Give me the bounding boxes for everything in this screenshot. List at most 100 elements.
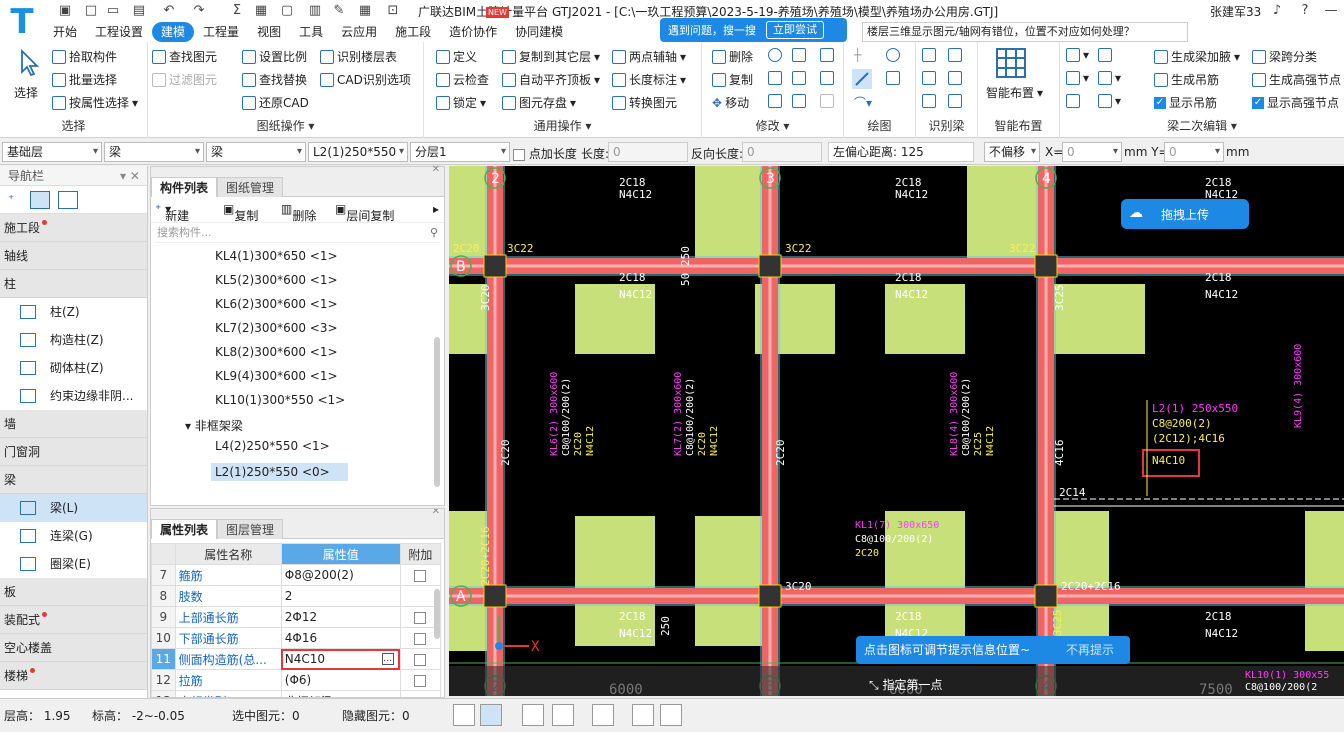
array-icon[interactable] (768, 94, 782, 108)
extend-icon[interactable] (792, 48, 806, 62)
minimize-icon[interactable]: — (1322, 2, 1340, 20)
new-component-button[interactable]: ⁺ 新建 ▾ (155, 202, 189, 223)
smart-layout-button[interactable]: 智能布置 ▾ (986, 84, 1043, 101)
component-sub-item[interactable]: L2(1)250*550 <0> (211, 463, 348, 481)
beam-tool-icon-5[interactable] (1066, 94, 1080, 108)
nav-item-beam_items-1[interactable]: 连梁(G) (0, 522, 147, 550)
type-select-2[interactable]: 梁 (206, 142, 306, 162)
length-input[interactable]: 0 (608, 142, 688, 162)
beam-tool-icon-2[interactable] (1098, 48, 1112, 62)
copy-component-button[interactable]: ▣ 复制 (223, 202, 258, 223)
lock-button[interactable]: 锁定 ▾ (436, 94, 486, 111)
grid-icon[interactable]: ▦ (252, 2, 270, 20)
break-icon[interactable] (820, 71, 834, 85)
two-point-aux-axis-button[interactable]: 两点辅轴 ▾ (612, 48, 686, 65)
component-item[interactable]: KL7(2)300*600 <3> (215, 321, 338, 335)
tab-attribute-list[interactable]: 属性列表 (151, 519, 218, 539)
convert-element-button[interactable]: 转换图元 (612, 94, 677, 111)
floor-copy-button[interactable]: ▣ 层间复制 (335, 202, 394, 223)
tab-8[interactable]: 造价协作 (440, 22, 506, 42)
component-item[interactable]: KL10(1)300*550 <1> (215, 393, 345, 407)
recognize-floor-table-button[interactable]: 识别楼层表 (320, 48, 397, 65)
nav-pin-icon[interactable]: ▾ ✕ (120, 166, 140, 186)
nav-item-beam_items-2[interactable]: 圈梁(E) (0, 550, 147, 578)
question-search-input[interactable]: 楼层三维显示图元/轴网有错位，位置不对应如何处理？ (862, 22, 1188, 42)
gen-beam-haunch-button[interactable]: 生成梁加腋 ▾ (1154, 48, 1240, 65)
tab-9[interactable]: 协同建模 (506, 22, 572, 42)
cloud-check-button[interactable]: 云检查 (436, 71, 489, 88)
tab-2[interactable]: 建模 (152, 22, 195, 42)
extra-checkbox[interactable] (414, 632, 427, 645)
component-select[interactable]: L2(1)250*550 (308, 142, 408, 162)
cad-options-button[interactable]: CAD识别选项 (320, 71, 411, 88)
offset-icon[interactable] (820, 48, 834, 62)
curve-icon[interactable] (660, 704, 682, 726)
select-button[interactable]: 选择 (14, 84, 38, 101)
beam-tool-icon-6[interactable]: ▾ (1098, 94, 1121, 108)
arc-draw-icon[interactable]: ⌒▾ (854, 94, 872, 111)
attr-close-icon[interactable]: ✕ (432, 509, 440, 517)
recognize-beam-icon-1[interactable] (922, 48, 936, 62)
find-replace-button[interactable]: 查找替换 (242, 71, 307, 88)
help-icon[interactable]: ? (1296, 2, 1314, 20)
attr-row[interactable]: 13定额类别非框架梁 (151, 690, 442, 697)
gen-hanger-button[interactable]: 生成吊筋 (1154, 71, 1219, 88)
batch-select-button[interactable]: 批量选择 (52, 71, 117, 88)
attr-row[interactable]: 8 肢数 2 (151, 585, 442, 607)
beam-tool-icon-3[interactable]: ▾ (1066, 71, 1089, 85)
nav-cat-cats2-0[interactable]: 墙 (0, 410, 147, 438)
recognize-beam-icon-5[interactable] (922, 94, 936, 108)
cad-drawing[interactable]: 234BA2342C18N4C122C18N4C122C18N4C122C18N… (449, 166, 1344, 696)
beam-tool-icon-4[interactable]: ▾ (1098, 71, 1121, 85)
recognize-beam-icon-3[interactable] (922, 71, 936, 85)
report-icon[interactable]: ▦ (356, 2, 374, 20)
drawing-canvas[interactable]: 234BA2342C18N4C122C18N4C122C18N4C122C18N… (449, 166, 1344, 696)
angle-icon[interactable] (552, 704, 574, 726)
nav-cat-cats2-1[interactable]: 门窗洞 (0, 438, 147, 466)
bell-icon[interactable]: ♪ (1268, 2, 1286, 20)
nav-cat-cats-1[interactable]: 轴线 (0, 242, 147, 270)
nav-cat-cats3-1[interactable]: 装配式 (0, 606, 147, 634)
beam-tool-icon-1[interactable]: ▾ (1066, 48, 1089, 62)
merge-icon[interactable] (792, 94, 806, 108)
show-hanger-checkbox[interactable]: ✓ 显示吊筋 (1154, 94, 1217, 111)
show-high-strength-node-checkbox[interactable]: ✓ 显示高强节点 (1252, 94, 1339, 111)
floor-select[interactable]: 基础层 (2, 142, 102, 162)
mirror-icon[interactable] (768, 71, 782, 85)
element-storage-button[interactable]: 图元存盘 ▾ (502, 94, 576, 111)
x-input[interactable]: 0 (1062, 142, 1122, 162)
nav-item-col_items-3[interactable]: 约束边缘非阴... (0, 382, 147, 410)
tip-bubble[interactable]: 点击图标可调节提示信息位置~ 不再提示 (856, 636, 1130, 664)
try-now-button[interactable]: 立即尝试 (766, 21, 824, 39)
nav-cat-cats3-0[interactable]: 板 (0, 578, 147, 606)
undo-icon[interactable]: ↶ (160, 2, 178, 20)
auto-align-top-button[interactable]: 自动平齐顶板 ▾ (502, 71, 600, 88)
tab-6[interactable]: 云应用 (332, 22, 386, 42)
component-group[interactable]: ▾ 非框架梁 (185, 417, 243, 434)
attr-row[interactable]: 11 侧面构造筋(总... N4C10… (151, 648, 442, 670)
component-item[interactable]: KL8(2)300*600 <1> (215, 345, 338, 359)
set-scale-button[interactable]: 设置比例 (242, 48, 307, 65)
dim-icon[interactable] (592, 704, 614, 726)
delete-component-button[interactable]: ▥ 删除 (281, 202, 316, 223)
tab-5[interactable]: 工具 (290, 22, 332, 42)
attr-row[interactable]: 7 箍筋 Φ8@200(2) (151, 564, 442, 586)
attr-scrollbar[interactable] (434, 589, 440, 639)
point-length-checkbox[interactable]: 点加长度 (513, 145, 577, 162)
rotate-icon[interactable] (768, 48, 782, 62)
tab-1[interactable]: 工程设置 (86, 22, 152, 42)
point-draw-icon[interactable]: ┼ (854, 48, 861, 62)
comp-close-icon[interactable]: ✕ (432, 164, 440, 175)
line-draw-icon[interactable] (852, 69, 872, 89)
delete-button[interactable]: 删除 (712, 48, 753, 65)
component-item[interactable]: KL6(2)300*600 <1> (215, 297, 338, 311)
username[interactable]: 张建军33 (1210, 3, 1261, 20)
beam-span-classify-button[interactable]: 梁跨分类 (1252, 48, 1317, 65)
ortho-icon[interactable] (453, 704, 475, 726)
export-icon[interactable]: ⊡ (384, 2, 402, 20)
nav-expand-icon[interactable]: ⁺ (8, 192, 14, 206)
copy-to-floor-button[interactable]: 复制到其它层 ▾ (502, 48, 600, 65)
new-file-icon[interactable]: □ (82, 2, 100, 20)
nav-item-col_items-1[interactable]: 构造柱(Z) (0, 326, 147, 354)
layer-select[interactable]: 分层1 (410, 142, 510, 162)
